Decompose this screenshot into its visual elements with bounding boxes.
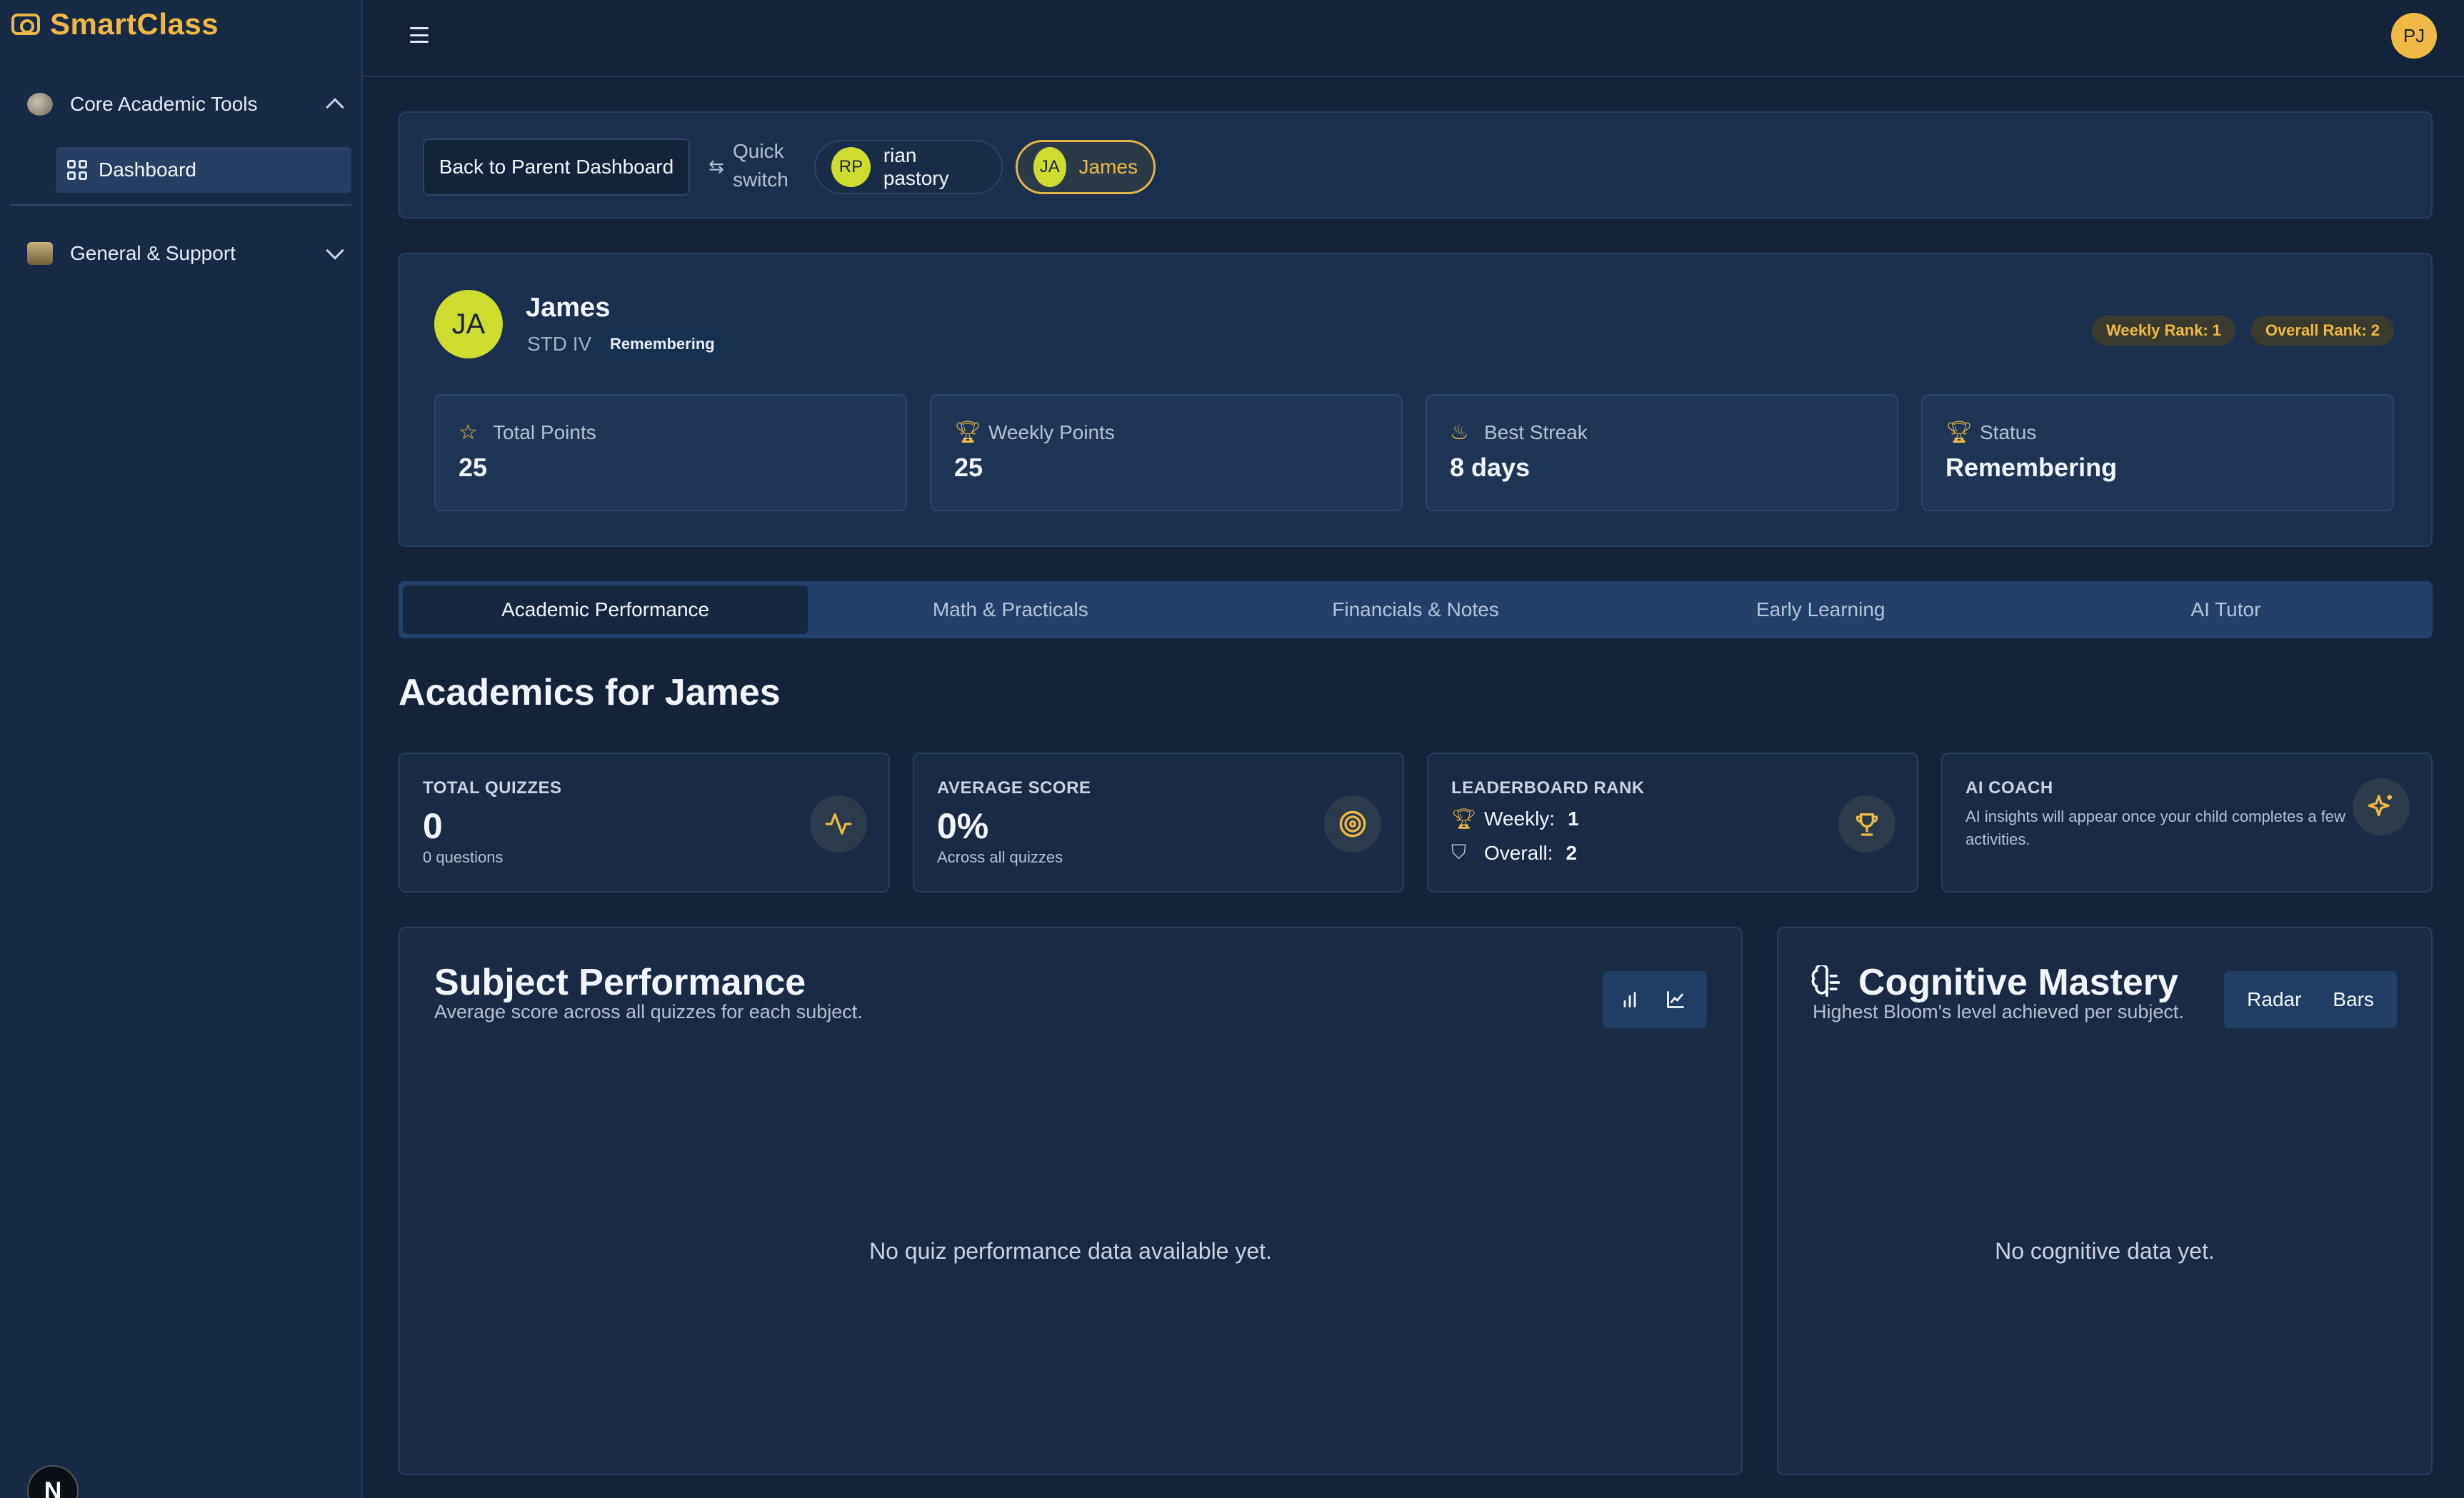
cognitive-view-toggle: Radar Bars [2224, 971, 2397, 1028]
metric-total-quizzes: TOTAL QUIZZES 0 0 questions [399, 753, 890, 893]
overall-rank-value: 2 [1566, 841, 1578, 864]
sparkles-icon [2353, 778, 2410, 835]
stat-value: 25 [459, 453, 488, 482]
chart-type-toggle [1603, 971, 1707, 1028]
academics-title: Academics for James [399, 672, 781, 713]
grade-label: STD IV [527, 333, 592, 355]
line-chart-icon[interactable] [1656, 980, 1696, 1020]
trophy-icon: 🏆︎ [1945, 421, 1973, 444]
child-pill-rian-pastory[interactable]: RP rian pastory [814, 140, 1003, 194]
metric-ai-coach: AI COACH AI insights will appear once yo… [1941, 753, 2433, 893]
metric-average-score: AVERAGE SCORE 0% Across all quizzes [913, 753, 1404, 893]
tab-financials-notes[interactable]: Financials & Notes [1213, 585, 1618, 634]
overall-rank-line: ⛉ Overall: 2 [1451, 841, 1577, 865]
shield-icon: ⛉ [1451, 841, 1467, 863]
brand[interactable]: SmartClass [11, 7, 219, 41]
stat-best-streak: ♨ Best Streak 8 days [1426, 394, 1898, 511]
stat-label: Total Points [493, 421, 596, 443]
stat-value: 8 days [1450, 453, 1531, 482]
sidebar-item-dashboard[interactable]: Dashboard [56, 147, 351, 193]
metric-value: 0 [423, 806, 443, 846]
brand-logo-icon [11, 14, 40, 35]
star-icon: ☆ [459, 421, 478, 444]
weekly-rank-value: 1 [1568, 807, 1579, 830]
level-badge: Remembering [596, 328, 729, 360]
back-to-parent-dashboard-button[interactable]: Back to Parent Dashboard [423, 139, 690, 196]
user-avatar[interactable]: PJ [2391, 13, 2437, 59]
brain-icon [27, 93, 53, 116]
target-icon [1324, 795, 1381, 853]
panel-title: Subject Performance [434, 962, 806, 1003]
quick-switch-label: Quick switch [733, 140, 788, 191]
sidebar-group-general-support[interactable]: General & Support [27, 232, 344, 275]
child-name: James [526, 293, 611, 323]
sidebar-group-label: General & Support [70, 242, 236, 264]
stat-total-points: ☆ Total Points 25 [434, 394, 907, 511]
metric-subtext: 0 questions [423, 848, 504, 866]
empty-state: No quiz performance data available yet. [869, 1238, 1272, 1264]
panel-subtitle: Average score across all quizzes for eac… [434, 1001, 863, 1022]
tab-academic-performance[interactable]: Academic Performance [403, 585, 808, 634]
stat-label: Weekly Points [988, 421, 1115, 443]
dashboard-icon [67, 160, 87, 180]
weekly-rank-line: 🏆︎ Weekly: 1 [1451, 807, 1579, 830]
stat-weekly-points: 🏆︎ Weekly Points 25 [930, 394, 1403, 511]
sidebar: SmartClass Core Academic Tools Dashboard… [0, 0, 363, 1498]
metric-subtext: Across all quizzes [937, 848, 1063, 866]
child-name: James [1078, 156, 1138, 178]
metric-label: TOTAL QUIZZES [423, 778, 562, 798]
metric-label: AI COACH [1965, 778, 2053, 798]
books-icon [27, 242, 53, 265]
dashboard-tabs: Academic Performance Math & Practicals F… [399, 581, 2433, 638]
chevron-down-icon [326, 241, 344, 260]
sidebar-group-label: Core Academic Tools [70, 93, 258, 115]
child-switcher: Back to Parent Dashboard ⇆ Quick switch … [399, 111, 2433, 218]
trophy-icon: 🏆︎ [954, 421, 982, 444]
stat-label: Best Streak [1484, 421, 1588, 443]
bar-chart-icon[interactable] [1610, 980, 1650, 1020]
trophy-icon: 🏆︎ [1451, 808, 1477, 830]
topbar: PJ [364, 0, 2464, 77]
tab-ai-tutor[interactable]: AI Tutor [2023, 585, 2428, 634]
chevron-up-icon [326, 98, 344, 116]
sidebar-item-label: Dashboard [99, 159, 196, 181]
metric-leaderboard-rank: LEADERBOARD RANK 🏆︎ Weekly: 1 ⛉ Overall:… [1427, 753, 1918, 893]
radar-toggle-button[interactable]: Radar [2234, 980, 2314, 1020]
avatar: JA [434, 290, 503, 358]
avatar: RP [831, 147, 871, 187]
subject-performance-panel: Subject Performance Average score across… [399, 927, 1743, 1475]
metric-label: AVERAGE SCORE [937, 778, 1091, 798]
overall-rank-label: Overall: [1484, 841, 1553, 864]
cognitive-mastery-panel: Cognitive Mastery Highest Bloom's level … [1777, 927, 2433, 1475]
panel-title: Cognitive Mastery [1858, 962, 2178, 1003]
child-pill-james[interactable]: JA James [1016, 140, 1156, 194]
avatar: JA [1033, 147, 1066, 187]
brand-name: SmartClass [50, 7, 219, 41]
stat-value: Remembering [1945, 453, 2118, 482]
flame-icon: ♨ [1450, 421, 1469, 444]
trophy-icon [1838, 795, 1895, 853]
overall-rank-badge: Overall Rank: 2 [2250, 316, 2394, 346]
activity-icon [810, 795, 867, 853]
metric-value: 0% [937, 806, 989, 846]
sidebar-group-core-academic-tools[interactable]: Core Academic Tools [27, 83, 344, 126]
bars-toggle-button[interactable]: Bars [2320, 980, 2387, 1020]
metric-label: LEADERBOARD RANK [1451, 778, 1645, 798]
next-devtools-icon[interactable]: N [27, 1465, 79, 1498]
sidebar-divider [10, 204, 351, 206]
panel-subtitle: Highest Bloom's level achieved per subje… [1813, 1001, 2184, 1022]
menu-icon[interactable] [410, 27, 429, 43]
tab-early-learning[interactable]: Early Learning [1618, 585, 2023, 634]
weekly-rank-badge: Weekly Rank: 1 [2091, 316, 2235, 346]
weekly-rank-label: Weekly: [1484, 807, 1556, 830]
child-profile-card: JA James STD IV Remembering Weekly Rank:… [399, 253, 2433, 547]
stat-status: 🏆︎ Status Remembering [1921, 394, 2394, 511]
child-name: rian pastory [883, 144, 949, 189]
tab-math-practicals[interactable]: Math & Practicals [808, 585, 1213, 634]
ai-coach-text: AI insights will appear once your child … [1965, 808, 2345, 848]
stat-value: 25 [954, 453, 983, 482]
empty-state: No cognitive data yet. [1995, 1238, 2215, 1264]
swap-icon: ⇆ [708, 156, 724, 177]
stat-label: Status [1980, 421, 2037, 443]
